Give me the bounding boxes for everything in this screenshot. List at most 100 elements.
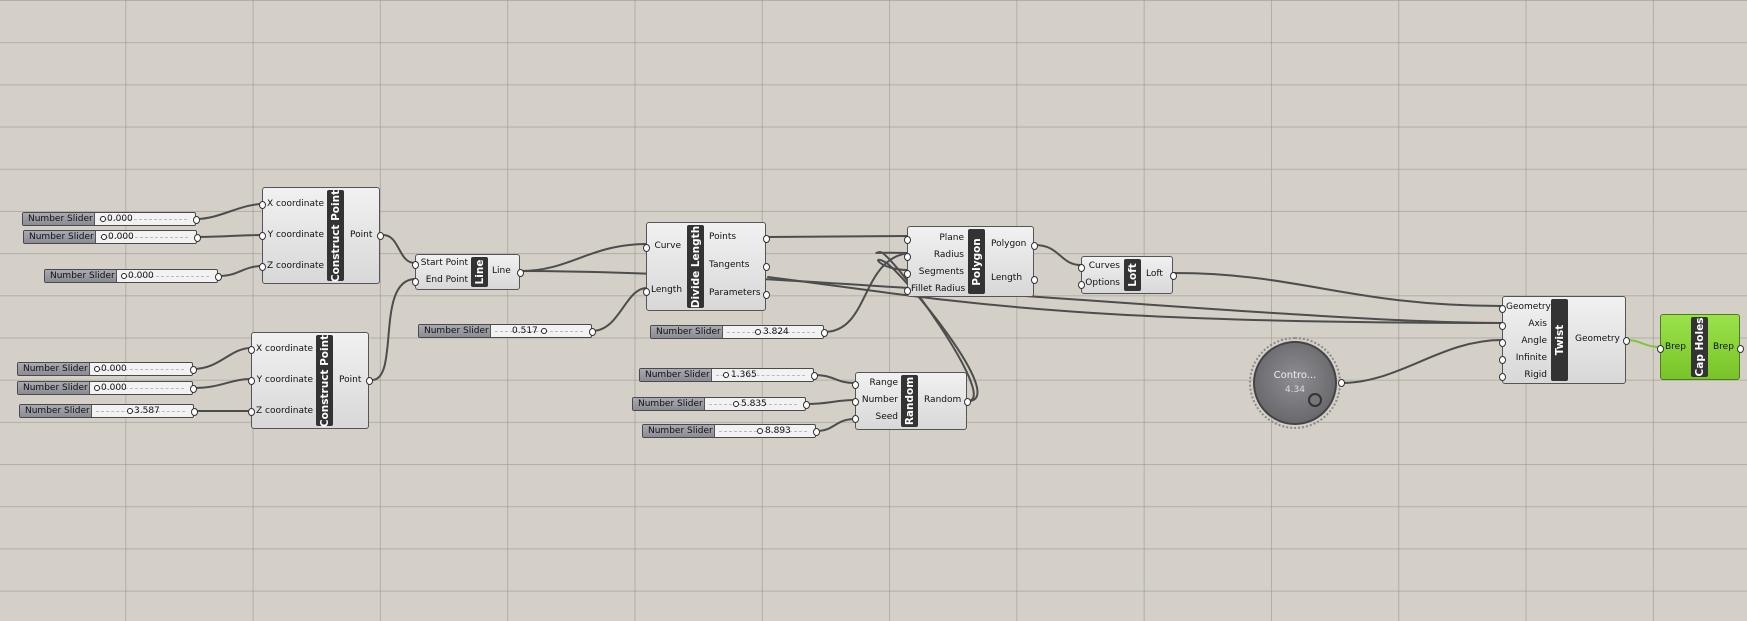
slider-value: 1.365 — [731, 370, 757, 380]
slider-knob[interactable] — [733, 401, 739, 407]
output-grip[interactable] — [763, 235, 770, 243]
number-slider[interactable]: Number Slider 1.365 — [639, 368, 818, 382]
number-slider[interactable]: Number Slider 0.000 — [17, 362, 197, 376]
component-title-text: Construct Point — [329, 189, 342, 282]
output-grip[interactable] — [517, 269, 524, 277]
output-grip[interactable] — [1031, 276, 1038, 284]
input-grip[interactable] — [259, 232, 266, 240]
random-component[interactable]: Range Number Seed Random Random — [852, 372, 971, 430]
wire-divide-points-polygon-plane — [767, 235, 909, 238]
number-slider[interactable]: Number Slider 0.000 — [44, 269, 222, 283]
output-grip[interactable] — [377, 232, 384, 240]
input-grip[interactable] — [1078, 264, 1085, 272]
component-title: Random — [901, 375, 918, 427]
input-grip[interactable] — [643, 244, 650, 252]
input-grip[interactable] — [1499, 322, 1506, 330]
input-grip[interactable] — [852, 398, 859, 406]
grasshopper-canvas[interactable]: Number Slider 0.000 Number Slider 0.000 … — [0, 0, 1747, 621]
slider-output-grip[interactable] — [191, 408, 198, 416]
input-grip[interactable] — [1499, 339, 1506, 347]
slider-output-grip[interactable] — [803, 401, 810, 409]
slider-output-grip[interactable] — [193, 216, 200, 224]
slider-knob[interactable] — [723, 372, 729, 378]
input-fillet-radius: Fillet Radius — [911, 284, 966, 294]
output-geometry: Geometry — [1575, 334, 1620, 344]
construct-point-component[interactable]: X coordinate Y coordinate Z coordinate C… — [259, 187, 384, 284]
number-slider[interactable]: Number Slider 3.587 — [19, 404, 198, 418]
output-grip[interactable] — [1623, 337, 1630, 345]
slider-track[interactable] — [491, 325, 587, 337]
input-grip[interactable] — [643, 288, 650, 296]
number-slider[interactable]: Number Slider 0.000 — [23, 230, 201, 244]
input-grip[interactable] — [248, 377, 255, 385]
output-grip[interactable] — [1031, 242, 1038, 250]
polygon-component[interactable]: Plane Radius Segments Fillet Radius Poly… — [904, 226, 1038, 297]
number-slider[interactable]: Number Slider 0.000 — [22, 212, 200, 226]
slider-output-grip[interactable] — [215, 273, 222, 281]
number-slider[interactable]: Number Slider 3.824 — [650, 325, 828, 339]
input-grip[interactable] — [259, 201, 266, 209]
divide-length-component[interactable]: Curve Length Divide Length Points Tangen… — [643, 222, 770, 311]
wire-slider1-cp1y — [196, 234, 264, 238]
input-grip[interactable] — [248, 408, 255, 416]
input-number: Number — [861, 395, 898, 405]
knob-output-grip[interactable] — [1338, 379, 1345, 387]
input-grip[interactable] — [259, 263, 266, 271]
input-grip[interactable] — [1499, 373, 1506, 381]
slider-knob[interactable] — [94, 385, 100, 391]
slider-knob[interactable] — [101, 234, 107, 240]
input-grip[interactable] — [248, 346, 255, 354]
slider-output-grip[interactable] — [589, 328, 596, 336]
output-grip[interactable] — [964, 398, 971, 406]
slider-knob[interactable] — [121, 273, 127, 279]
component-title-text: Construct Point — [318, 334, 331, 427]
control-knob[interactable]: Contro... 4.34 — [1249, 337, 1341, 429]
slider-knob[interactable] — [127, 408, 133, 414]
output-grip[interactable] — [1170, 272, 1177, 280]
input-grip[interactable] — [1499, 305, 1506, 313]
slider-name: Number Slider — [18, 363, 90, 375]
slider-output-grip[interactable] — [190, 385, 197, 393]
slider-output-grip[interactable] — [194, 234, 201, 242]
input-grip[interactable] — [904, 270, 911, 278]
knob-handle[interactable] — [1308, 393, 1322, 407]
input-grip[interactable] — [904, 253, 911, 261]
number-slider[interactable]: Number Slider 5.835 — [632, 397, 810, 411]
input-grip[interactable] — [904, 287, 911, 295]
slider-name: Number Slider — [20, 405, 92, 417]
component-title: Construct Point — [327, 189, 344, 282]
input-grip[interactable] — [412, 261, 419, 269]
line-component[interactable]: Start Point End Point Line Line — [412, 254, 524, 290]
input-grip[interactable] — [852, 415, 859, 423]
slider-track[interactable] — [715, 425, 811, 437]
slider-output-grip[interactable] — [811, 372, 818, 380]
slider-output-grip[interactable] — [190, 366, 197, 374]
number-slider[interactable]: Number Slider 0.000 — [17, 381, 197, 395]
slider-knob[interactable] — [94, 366, 100, 372]
number-slider[interactable]: Number Slider 8.893 — [642, 424, 820, 438]
cap-holes-component[interactable]: Brep Cap Holes Brep — [1657, 314, 1744, 380]
slider-knob[interactable] — [757, 428, 763, 434]
input-x-coordinate: X coordinate — [267, 199, 325, 209]
input-grip[interactable] — [1657, 345, 1664, 353]
slider-knob[interactable] — [541, 328, 547, 334]
output-grip[interactable] — [763, 291, 770, 299]
number-slider[interactable]: Number Slider 0.517 — [418, 324, 596, 338]
slider-output-grip[interactable] — [813, 428, 820, 436]
input-grip[interactable] — [1078, 281, 1085, 289]
slider-knob[interactable] — [755, 329, 761, 335]
input-grip[interactable] — [1499, 356, 1506, 364]
component-title-text: Polygon — [970, 237, 983, 286]
construct-point-component[interactable]: X coordinate Y coordinate Z coordinate C… — [248, 332, 373, 429]
slider-output-grip[interactable] — [821, 329, 828, 337]
slider-knob[interactable] — [100, 216, 106, 222]
output-grip[interactable] — [763, 263, 770, 271]
loft-component[interactable]: Curves Options Loft Loft — [1078, 256, 1177, 294]
twist-component[interactable]: Geometry Axis Angle Infinite Rigid Twist… — [1499, 296, 1630, 384]
output-grip[interactable] — [366, 377, 373, 385]
input-grip[interactable] — [904, 236, 911, 244]
slider-value: 0.000 — [128, 271, 154, 281]
output-grip[interactable] — [1737, 345, 1744, 353]
input-grip[interactable] — [852, 381, 859, 389]
input-grip[interactable] — [412, 278, 419, 286]
